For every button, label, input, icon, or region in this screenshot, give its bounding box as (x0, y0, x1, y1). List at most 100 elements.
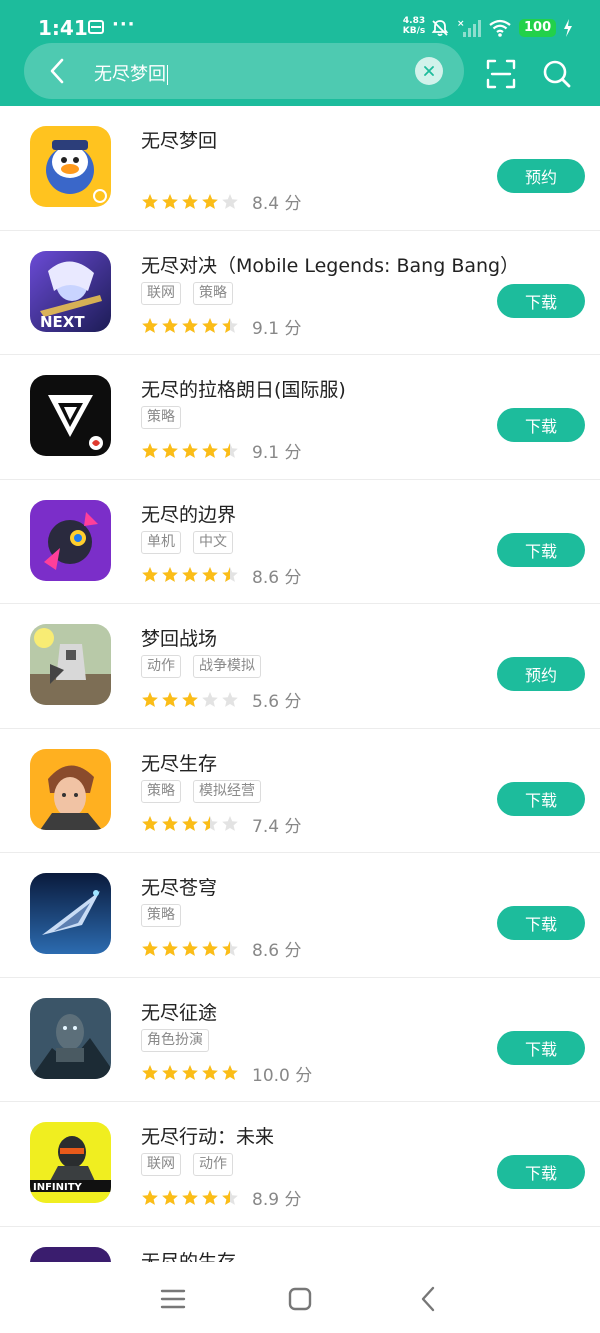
search-bar[interactable] (24, 43, 464, 99)
app-icon-wujin-cangqiong[interactable] (30, 873, 111, 954)
list-item[interactable]: 无尽的拉格朗日(国际服) 策略 9.1 分 下载 (0, 355, 600, 480)
download-button[interactable]: 下载 (497, 1030, 585, 1065)
list-item[interactable]: 无尽的生存 (0, 1227, 600, 1263)
download-button[interactable]: 下载 (497, 906, 585, 940)
rating-stars (141, 442, 239, 460)
star-half-icon (222, 1189, 238, 1205)
star-full-icon (202, 1065, 218, 1080)
back-nav-icon[interactable] (414, 1284, 444, 1314)
app-name[interactable]: 无尽梦回 (141, 126, 217, 153)
app-name[interactable]: 无尽生存 (141, 749, 217, 776)
app-tags: 角色扮演 (141, 1028, 209, 1052)
app-name[interactable]: 梦回战场 (141, 624, 217, 651)
clear-search-button[interactable] (415, 57, 443, 85)
app-tags: 策略 (141, 904, 181, 927)
list-item[interactable]: 无尽梦回 8.4 分 预约 (0, 106, 600, 231)
app-tag: 中文 (193, 530, 233, 554)
download-button[interactable]: 下载 (497, 408, 585, 442)
star-empty-icon (222, 691, 238, 707)
search-results-list[interactable]: 无尽梦回 8.4 分 预约 NEXT 无尽对决（Mobile Legends: … (0, 106, 600, 1262)
app-name[interactable]: 无尽行动：未来 (141, 1122, 274, 1149)
app-name[interactable]: 无尽对决（Mobile Legends: Bang Bang） (141, 251, 519, 278)
app-name[interactable]: 无尽的拉格朗日(国际服) (141, 375, 346, 402)
app-name[interactable]: 无尽征途 (141, 998, 217, 1025)
app-rating: 5.6 分 (141, 687, 301, 712)
icon-label-infinity: INFINITY (33, 1182, 83, 1193)
search-input[interactable]: 无尽梦回 (94, 60, 168, 86)
star-full-icon (142, 1065, 158, 1080)
reserve-button[interactable]: 预约 (497, 657, 585, 691)
rating-score: 8.6 分 (252, 941, 302, 961)
rating-stars (141, 193, 239, 211)
download-button[interactable]: 下载 (497, 1155, 585, 1189)
app-icon-wujin-de-shengcun[interactable] (30, 1246, 111, 1262)
app-icon-wujin-menghui[interactable] (30, 126, 111, 207)
reserve-button[interactable]: 预约 (497, 159, 585, 193)
app-rating: 8.6 分 (141, 936, 301, 961)
more-notifications-icon: ··· (112, 14, 136, 35)
app-tag: 策略 (141, 904, 181, 927)
star-full-icon (142, 1189, 158, 1205)
list-item[interactable]: NEXT 无尽对决（Mobile Legends: Bang Bang） 联网策… (0, 231, 600, 355)
list-item[interactable]: 梦回战场 动作 战争模拟 5.6 分 预约 (0, 604, 600, 729)
star-full-icon (182, 1065, 198, 1080)
star-full-icon (202, 1189, 218, 1205)
list-item[interactable]: 无尽苍穹 策略 8.6 分 下载 (0, 853, 600, 978)
rating-stars (141, 317, 239, 335)
icon-label-next: NEXT (40, 313, 85, 331)
star-full-icon (162, 193, 178, 209)
app-icon-lagrange[interactable] (30, 375, 111, 456)
rating-score: 8.4 分 (252, 194, 302, 214)
signal-icon: × (457, 19, 481, 37)
app-icon-mobile-legends[interactable]: NEXT (30, 250, 111, 332)
star-full-icon (142, 193, 158, 209)
rating-stars (141, 940, 239, 958)
app-rating: 7.4 分 (141, 812, 301, 837)
back-arrow-icon (50, 58, 64, 84)
app-icon-infinity-ops[interactable]: INFINITY (30, 1122, 111, 1203)
network-speed-value: 4.83 (402, 16, 426, 26)
charging-icon (564, 19, 573, 37)
app-icon-menghui-zhanchang[interactable] (30, 624, 111, 705)
star-full-icon (182, 193, 198, 209)
star-full-icon (202, 442, 218, 458)
app-tag: 联网 (141, 281, 181, 305)
star-full-icon (182, 318, 198, 333)
star-full-icon (142, 318, 158, 333)
list-item[interactable]: 无尽生存 策略 模拟经营 7.4 分 下载 (0, 729, 600, 853)
search-icon[interactable] (541, 58, 573, 90)
star-full-icon (162, 1189, 178, 1205)
download-button[interactable]: 下载 (497, 781, 585, 816)
menu-icon[interactable] (158, 1284, 188, 1314)
list-item[interactable]: INFINITY 无尽行动：未来 联网 动作 8.9 分 下载 (0, 1102, 600, 1227)
status-time: 1:41 (38, 16, 88, 40)
app-icon-wujin-zhengtu[interactable] (30, 997, 111, 1079)
list-item[interactable]: 无尽征途 角色扮演 10.0 分 下载 (0, 978, 600, 1102)
star-full-icon (142, 567, 158, 582)
mute-bell-icon (431, 20, 449, 37)
download-button[interactable]: 下载 (497, 283, 585, 318)
download-button[interactable]: 下载 (497, 532, 585, 567)
star-full-icon (162, 691, 178, 707)
star-half-icon (222, 442, 238, 458)
star-full-icon (182, 1189, 198, 1205)
app-name[interactable]: 无尽的生存 (141, 1247, 236, 1263)
app-icon-wujin-bianjie[interactable] (30, 499, 111, 581)
app-tag: 联网 (141, 1153, 181, 1176)
scan-icon[interactable] (485, 58, 517, 90)
home-icon[interactable] (285, 1284, 315, 1314)
app-icon-wujin-shengcun[interactable] (30, 748, 111, 830)
app-tags: 策略 模拟经营 (141, 779, 261, 803)
app-name[interactable]: 无尽的边界 (141, 500, 236, 527)
app-tags: 动作 战争模拟 (141, 655, 261, 678)
app-tag: 单机 (141, 530, 181, 554)
star-full-icon (182, 940, 198, 956)
app-tag: 策略 (141, 779, 181, 803)
back-button[interactable] (42, 56, 72, 86)
rating-score: 8.6 分 (252, 567, 302, 588)
app-tags: 单机 中文 (141, 530, 233, 554)
list-item[interactable]: 无尽的边界 单机 中文 8.6 分 下载 (0, 480, 600, 604)
network-speed: 4.83 KB/s (400, 16, 428, 36)
app-name[interactable]: 无尽苍穹 (141, 873, 217, 900)
text-caret (167, 65, 168, 85)
